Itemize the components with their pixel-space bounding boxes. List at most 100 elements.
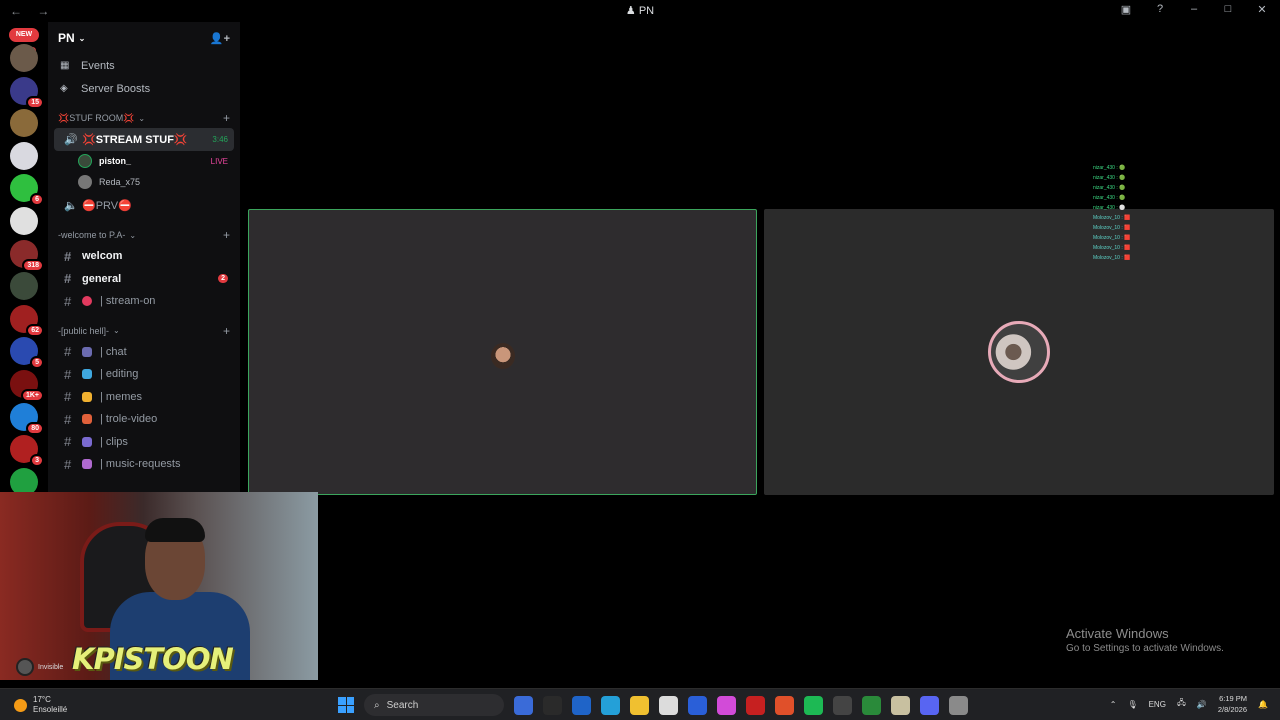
server-header[interactable]: PN ⌄ 👤+	[48, 22, 240, 54]
server-icon[interactable]: 6	[10, 174, 44, 207]
text-channel[interactable]: # | chat	[54, 341, 234, 364]
chat-user: nizar_430	[1093, 185, 1115, 191]
new-badge[interactable]: NEW	[9, 28, 39, 42]
taskbar-app-icon[interactable]	[920, 695, 939, 715]
avatar	[988, 321, 1050, 383]
help-icon[interactable]: ?	[1152, 3, 1168, 16]
taskbar-app-icon[interactable]	[543, 695, 562, 715]
server-icon[interactable]: 3	[10, 435, 44, 468]
category-label: -welcome to P.A-	[58, 230, 126, 240]
text-channel[interactable]: # | stream-on	[54, 290, 234, 313]
invite-icon[interactable]: 👤+	[210, 32, 230, 45]
close-icon[interactable]: ✕	[1254, 3, 1270, 16]
category-stuf-room[interactable]: 💢STUF ROOM💢 ⌄ +	[48, 108, 240, 128]
chevron-up-icon[interactable]: ⌃	[1110, 700, 1117, 709]
taskbar-search[interactable]: ⌕ Search	[364, 694, 504, 716]
taskbar-app-icon[interactable]	[833, 695, 852, 715]
activation-title: Activate Windows	[1066, 626, 1169, 641]
server-icon[interactable]	[10, 141, 38, 170]
server-icon[interactable]: 62	[10, 304, 44, 337]
taskbar-app-icon[interactable]	[891, 695, 910, 715]
server-icon[interactable]	[10, 206, 38, 235]
add-channel-icon[interactable]: +	[223, 324, 230, 338]
text-channel[interactable]: # general 2	[54, 268, 234, 291]
server-icon[interactable]: 15	[10, 76, 44, 109]
start-button[interactable]	[338, 697, 354, 713]
events-label: Events	[81, 59, 115, 72]
channel-emoji-icon	[82, 369, 92, 380]
avatar	[78, 175, 92, 189]
taskbar-app-icon[interactable]	[601, 695, 620, 715]
channel-name: | trole-video	[100, 413, 158, 426]
minimize-icon[interactable]: –	[1186, 3, 1202, 16]
server-icon[interactable]: 5	[10, 337, 44, 370]
chat-user: Molozov_10	[1093, 235, 1120, 241]
microphone-icon[interactable]: 🎙	[1127, 700, 1137, 709]
server-icon[interactable]	[10, 109, 38, 138]
weather-condition: Ensoleillé	[33, 705, 68, 714]
channel-name: | music-requests	[100, 458, 181, 471]
events-item[interactable]: ▦ Events	[48, 54, 240, 77]
voice-channel-name: ⛔PRV⛔	[82, 200, 132, 213]
text-channel[interactable]: # | memes	[54, 386, 234, 409]
speaker-icon: 🔊	[64, 133, 78, 146]
voice-user[interactable]: Reda_x75	[48, 172, 240, 193]
notification-icon[interactable]: 🔔	[1258, 700, 1268, 709]
taskbar-app-icon[interactable]	[775, 695, 794, 715]
taskbar-app-icon[interactable]	[514, 695, 533, 715]
channel-name: general	[82, 272, 122, 285]
weather-widget[interactable]: 17°C Ensoleillé	[14, 695, 67, 715]
server-boosts-item[interactable]: ◈ Server Boosts	[48, 77, 240, 100]
server-icon[interactable]	[10, 272, 38, 301]
mention-badge: 3	[30, 454, 44, 468]
server-icon[interactable]	[10, 467, 38, 492]
clock[interactable]: 6:19 PM 2/8/2026	[1218, 693, 1247, 715]
category-public-hell[interactable]: -[public hell]- ⌄ +	[48, 321, 240, 341]
text-channel[interactable]: # | music-requests	[54, 453, 234, 476]
language-indicator[interactable]: ENG	[1149, 700, 1166, 709]
add-channel-icon[interactable]: +	[223, 228, 230, 242]
mention-badge: 1K+	[20, 388, 44, 402]
voice-channel-prv[interactable]: 🔈 ⛔PRV⛔	[54, 195, 234, 218]
taskbar-app-icon[interactable]	[717, 695, 736, 715]
hash-icon: #	[64, 366, 72, 382]
category-welcome[interactable]: -welcome to P.A- ⌄ +	[48, 225, 240, 245]
hash-icon: #	[64, 456, 72, 472]
add-channel-icon[interactable]: +	[223, 111, 230, 125]
text-channel[interactable]: # | trole-video	[54, 408, 234, 431]
hash-icon: #	[64, 248, 72, 264]
chat-user: Molozov_10	[1093, 215, 1120, 221]
taskbar-app-icon[interactable]	[746, 695, 765, 715]
chat-user: Molozov_10	[1093, 255, 1120, 261]
volume-icon[interactable]: 🔊	[1197, 700, 1207, 709]
server-icon[interactable]: 318	[10, 239, 44, 272]
maximize-icon[interactable]: □	[1220, 3, 1236, 16]
taskbar-app-icon[interactable]	[630, 695, 649, 715]
stream-tile-piston[interactable]	[248, 209, 757, 495]
voice-user[interactable]: piston_ LIVE	[48, 151, 240, 172]
server-icon[interactable]: 80	[10, 402, 44, 435]
server-icon[interactable]	[10, 44, 38, 72]
text-channel[interactable]: # welcom	[54, 245, 234, 268]
taskbar-app-icon[interactable]	[804, 695, 823, 715]
taskbar-app-icon[interactable]	[659, 695, 678, 715]
category-label: 💢STUF ROOM💢	[58, 112, 135, 123]
mention-badge: 318	[22, 258, 44, 272]
text-channel[interactable]: # | editing	[54, 363, 234, 386]
text-channel[interactable]: # | clips	[54, 431, 234, 454]
chat-user: nizar_430	[1093, 195, 1115, 201]
server-icon[interactable]: 1K+	[10, 369, 44, 402]
inbox-icon[interactable]: ▣	[1118, 3, 1134, 16]
taskbar-app-icon[interactable]	[572, 695, 591, 715]
taskbar-app-icon[interactable]	[949, 695, 968, 715]
voice-channel-stream-stuf[interactable]: 🔊 💢STREAM STUF💢 3:46	[54, 128, 234, 151]
network-icon[interactable]: 🖧	[1177, 697, 1186, 711]
temperature: 17°C	[33, 695, 51, 704]
chat-message: 🟥	[1124, 225, 1131, 231]
calendar-icon: ▦	[60, 60, 70, 71]
taskbar-app-icon[interactable]	[688, 695, 707, 715]
sun-icon	[14, 698, 27, 712]
taskbar-app-icon[interactable]	[862, 695, 881, 715]
stream-tile-reda[interactable]	[764, 209, 1274, 495]
channel-name: | stream-on	[100, 295, 156, 308]
